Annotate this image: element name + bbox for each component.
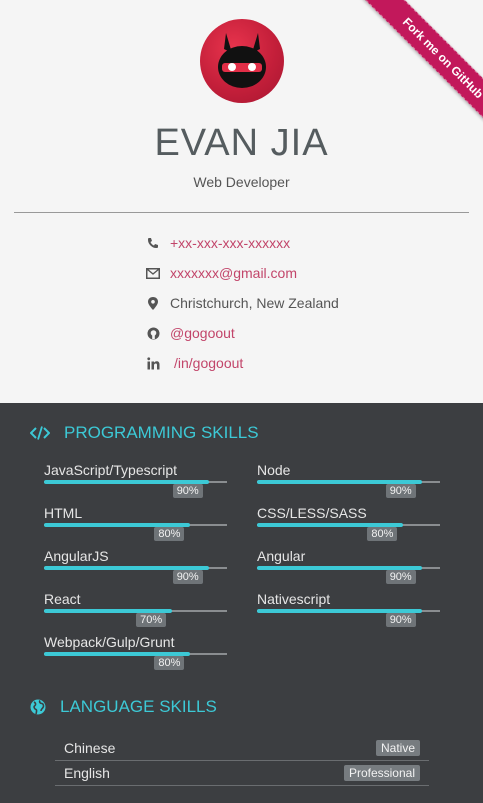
github-link[interactable]: @gogoout [170,325,235,341]
skill-percent-badge: 80% [367,527,398,541]
language-row: English Professional [55,761,429,786]
skill-percent-badge: 90% [385,484,416,498]
contact-email: xxxxxxx@gmail.com [145,263,445,283]
code-icon [30,426,50,440]
skill-name: Node [257,462,291,478]
skill-item: Webpack/Gulp/Grunt 80% [44,634,227,670]
profile-title: Web Developer [193,174,290,190]
skill-item: JavaScript/Typescript 90% [44,462,227,498]
map-marker-icon [145,295,161,311]
contact-phone: +xx-xxx-xxx-xxxxxx [145,233,445,253]
language-skills-heading: LANGUAGE SKILLS [30,697,217,717]
skill-item: Node 90% [257,462,440,498]
skill-percent-badge: 90% [385,613,416,627]
skill-name: AngularJS [44,548,109,564]
contact-linkedin: /in/gogoout [145,353,445,373]
skill-name: JavaScript/Typescript [44,462,178,478]
envelope-icon [145,265,161,281]
skill-progress-track [44,480,227,484]
email-link[interactable]: xxxxxxx@gmail.com [170,265,297,281]
skill-name: HTML [44,505,83,521]
language-row: Chinese Native [55,736,429,761]
skill-item: React 70% [44,591,227,627]
github-icon [145,325,161,341]
programming-skills-heading: PROGRAMMING SKILLS [30,423,259,443]
language-name: Chinese [64,740,116,756]
fork-me-ribbon-link[interactable]: Fork me on GitHub [362,0,483,139]
profile-header: EVAN JIA Web Developer +xx-xxx-xxx-xxxxx… [0,0,483,403]
linkedin-link[interactable]: /in/gogoout [174,355,243,371]
skill-progress-track [44,652,227,656]
skill-percent-badge: 90% [172,570,203,584]
phone-link[interactable]: +xx-xxx-xxx-xxxxxx [170,235,290,251]
language-name: English [64,765,110,781]
programming-skills-title: PROGRAMMING SKILLS [64,423,259,442]
linkedin-icon [145,355,161,371]
skill-name: Nativescript [257,591,331,607]
skill-name: Angular [257,548,306,564]
skill-percent-badge: 70% [136,613,167,627]
skill-item: CSS/LESS/SASS 80% [257,505,440,541]
skill-percent-badge: 80% [154,656,185,670]
skill-progress-track [257,480,440,484]
skill-percent-badge: 90% [172,484,203,498]
skill-progress-track [44,566,227,570]
skill-item: Angular 90% [257,548,440,584]
skill-percent-badge: 80% [154,527,185,541]
skill-progress-track [257,523,440,527]
github-ribbon: Fork me on GitHub [333,0,483,150]
skill-progress-track [44,609,227,613]
skill-progress-track [257,609,440,613]
skill-progress-track [44,523,227,527]
language-level-badge: Professional [343,765,420,781]
skill-name: CSS/LESS/SASS [257,505,367,521]
phone-icon [145,235,161,251]
contact-github: @gogoout [145,323,445,343]
language-skills-title: LANGUAGE SKILLS [60,697,217,716]
globe-icon [30,699,46,715]
contact-location: Christchurch, New Zealand [145,293,445,313]
skill-item: AngularJS 90% [44,548,227,584]
skill-item: Nativescript 90% [257,591,440,627]
skill-name: React [44,591,81,607]
location-text: Christchurch, New Zealand [170,295,339,311]
header-divider [14,212,469,213]
skill-item: HTML 80% [44,505,227,541]
skill-name: Webpack/Gulp/Grunt [44,634,175,650]
skills-panel: PROGRAMMING SKILLS JavaScript/Typescript… [0,403,483,803]
skill-percent-badge: 90% [385,570,416,584]
avatar [200,19,284,103]
skill-progress-track [257,566,440,570]
language-level-badge: Native [375,740,420,756]
